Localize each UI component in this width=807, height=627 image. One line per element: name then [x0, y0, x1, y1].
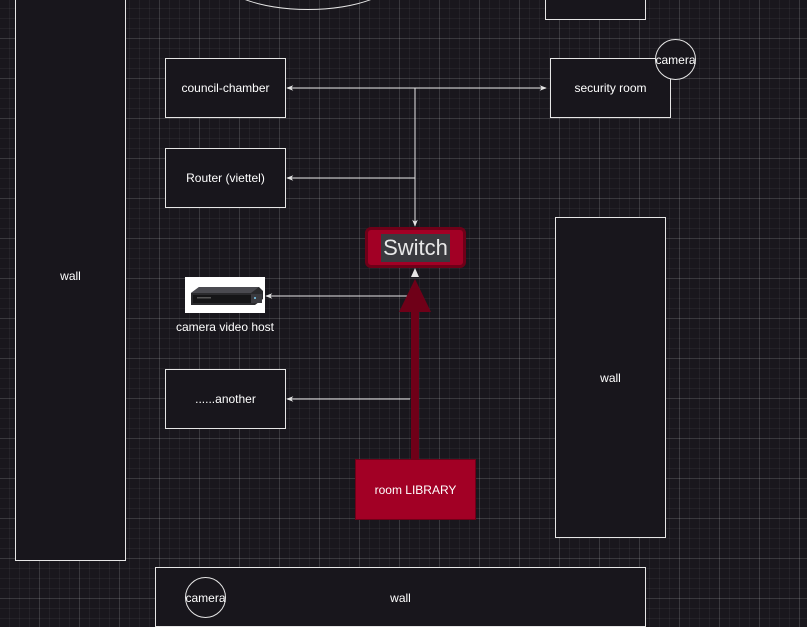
nvr-device-icon[interactable] — [185, 277, 265, 313]
council-chamber-label: council-chamber — [181, 81, 270, 95]
router-node[interactable]: Router (viettel) — [165, 148, 286, 208]
switch-label: Switch — [381, 233, 450, 262]
room-library-node[interactable]: room LIBRARY — [355, 459, 476, 520]
security-room-label: security room — [574, 81, 647, 95]
room-library-label: room LIBRARY — [374, 482, 457, 497]
another-node[interactable]: ......another — [165, 369, 286, 429]
camera-video-host-label: camera video host — [175, 320, 275, 334]
council-chamber-node[interactable]: council-chamber — [165, 58, 286, 118]
camera-security-label: camera — [655, 52, 696, 67]
router-label: Router (viettel) — [186, 171, 265, 185]
camera-bottom-node[interactable]: camera — [185, 577, 226, 618]
switch-node[interactable]: Switch — [365, 227, 466, 268]
edge-switch-bottom-arrowhead — [411, 268, 419, 277]
camera-bottom-label: camera — [185, 590, 226, 605]
camera-security-node[interactable]: camera — [655, 39, 696, 80]
security-room-node[interactable]: security room — [550, 58, 671, 118]
another-label: ......another — [195, 392, 256, 406]
connector-layer — [265, 85, 547, 459]
